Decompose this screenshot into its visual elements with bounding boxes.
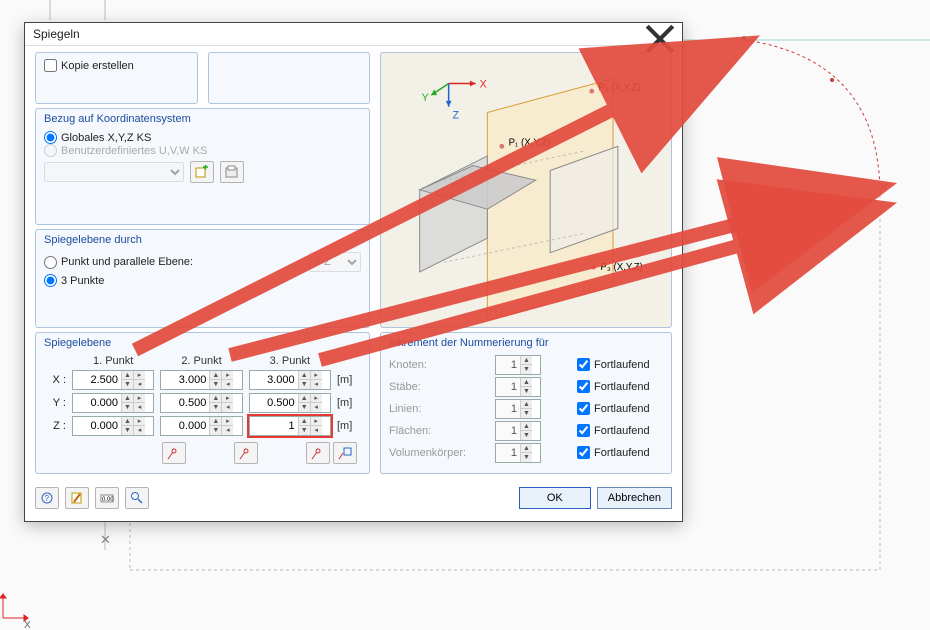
inc-row-solids: Volumenkörper: ▲▼ Fortlaufend bbox=[389, 443, 663, 463]
edit-button[interactable] bbox=[65, 487, 89, 509]
x3-input[interactable]: ▲▼▸◂ bbox=[249, 370, 331, 390]
new-cs-button[interactable] bbox=[190, 161, 214, 183]
svg-text:X: X bbox=[480, 78, 487, 90]
radio-3points-input[interactable] bbox=[44, 274, 57, 287]
z2-input[interactable]: ▲▼▸◂ bbox=[160, 416, 242, 436]
svg-text:Z: Z bbox=[453, 109, 460, 121]
svg-text:P₃ (X,Y,Z): P₃ (X,Y,Z) bbox=[600, 262, 642, 273]
inc-nodes-input[interactable]: ▲▼ bbox=[495, 355, 541, 375]
pick-point-2[interactable] bbox=[234, 442, 258, 464]
inc-row-lines: Linien: ▲▼ Fortlaufend bbox=[389, 399, 663, 419]
col-head-2: 2. Punkt bbox=[160, 355, 242, 367]
inc-solids-input[interactable]: ▲▼ bbox=[495, 443, 541, 463]
copy-checkbox-label[interactable]: Kopie erstellen bbox=[44, 59, 189, 72]
copy-checkbox[interactable] bbox=[44, 59, 57, 72]
z3-input[interactable]: ▲▼▸◂ bbox=[249, 416, 331, 436]
unit-z: [m] bbox=[337, 420, 361, 432]
pick-point-1[interactable] bbox=[162, 442, 186, 464]
increment-title: Inkrement der Nummerierung für bbox=[389, 337, 663, 349]
radio-parallel-input[interactable] bbox=[44, 256, 57, 269]
y2-input[interactable]: ▲▼▸◂ bbox=[160, 393, 242, 413]
z1-input[interactable]: ▲▼▸◂ bbox=[72, 416, 154, 436]
svg-text:P₁ (X,Y,Z): P₁ (X,Y,Z) bbox=[509, 137, 551, 148]
increment-group: Inkrement der Nummerierung für Knoten: ▲… bbox=[380, 332, 672, 474]
inc-row-surfaces: Flächen: ▲▼ Fortlaufend bbox=[389, 421, 663, 441]
copy-checkbox-text: Kopie erstellen bbox=[61, 60, 134, 72]
svg-text:Y: Y bbox=[422, 92, 429, 104]
svg-text:✕: ✕ bbox=[100, 532, 111, 547]
axis-x: X : bbox=[44, 374, 66, 386]
dialog-title: Spiegeln bbox=[33, 27, 644, 41]
unit-y: [m] bbox=[337, 397, 361, 409]
x1-input[interactable]: ▲▼▸◂ bbox=[72, 370, 154, 390]
inc-members-input[interactable]: ▲▼ bbox=[495, 377, 541, 397]
close-button[interactable] bbox=[644, 23, 676, 45]
svg-text:?: ? bbox=[45, 494, 50, 503]
inc-nodes-cont[interactable]: Fortlaufend bbox=[577, 358, 663, 371]
x2-input[interactable]: ▲▼▸◂ bbox=[160, 370, 242, 390]
zoom-button[interactable] bbox=[125, 487, 149, 509]
coord-title: Bezug auf Koordinatensystem bbox=[44, 113, 361, 125]
axis-y: Y : bbox=[44, 397, 66, 409]
radio-parallel[interactable]: Punkt und parallele Ebene: bbox=[44, 256, 193, 269]
radio-3points[interactable]: 3 Punkte bbox=[44, 274, 361, 287]
coord-system-group: Bezug auf Koordinatensystem Globales X,Y… bbox=[35, 108, 370, 225]
pick-point-3[interactable] bbox=[306, 442, 330, 464]
unit-x: [m] bbox=[337, 374, 361, 386]
col-head-3: 3. Punkt bbox=[249, 355, 331, 367]
y1-input[interactable]: ▲▼▸◂ bbox=[72, 393, 154, 413]
svg-text:✕: ✕ bbox=[878, 180, 889, 195]
radio-global[interactable]: Globales X,Y,Z KS bbox=[44, 131, 361, 144]
radio-user-input bbox=[44, 144, 57, 157]
inc-lines-cont[interactable]: Fortlaufend bbox=[577, 402, 663, 415]
inc-lines-input[interactable]: ▲▼ bbox=[495, 399, 541, 419]
cancel-button[interactable]: Abbrechen bbox=[597, 487, 672, 509]
ok-button[interactable]: OK bbox=[519, 487, 591, 509]
axis-z: Z : bbox=[44, 420, 66, 432]
col-head-1: 1. Punkt bbox=[72, 355, 154, 367]
inc-surfaces-cont[interactable]: Fortlaufend bbox=[577, 424, 663, 437]
user-cs-select bbox=[44, 162, 184, 182]
parallel-plane-select: Y-Z bbox=[309, 252, 361, 272]
preview-panel: X Y Z P₁ (X,Y,Z) P₂ (X,Y,Z) P₃ (X,Y,Z) bbox=[380, 52, 672, 328]
plane-points-group: Spiegelebene 1. Punkt 2. Punkt 3. Punkt … bbox=[35, 332, 370, 474]
pick-plane-button[interactable] bbox=[333, 442, 357, 464]
inc-members-cont[interactable]: Fortlaufend bbox=[577, 380, 663, 393]
inc-solids-cont[interactable]: Fortlaufend bbox=[577, 446, 663, 459]
radio-global-input[interactable] bbox=[44, 131, 57, 144]
inc-row-nodes: Knoten: ▲▼ Fortlaufend bbox=[389, 355, 663, 375]
plane-by-title: Spiegelebene durch bbox=[44, 234, 361, 246]
units-button[interactable]: 0.00 bbox=[95, 487, 119, 509]
cs-library-button[interactable] bbox=[220, 161, 244, 183]
axis-x-label: X bbox=[24, 620, 31, 630]
help-button[interactable]: ? bbox=[35, 487, 59, 509]
copy-panel: Kopie erstellen bbox=[35, 52, 198, 104]
svg-text:P₂ (X,Y,Z): P₂ (X,Y,Z) bbox=[599, 82, 641, 93]
radio-user: Benutzerdefiniertes U,V,W KS bbox=[44, 144, 361, 157]
inc-row-members: Stäbe: ▲▼ Fortlaufend bbox=[389, 377, 663, 397]
placeholder-panel bbox=[208, 52, 371, 104]
mirror-dialog: Spiegeln Kopie erstellen Bezug auf Koord… bbox=[24, 22, 683, 522]
inc-surfaces-input[interactable]: ▲▼ bbox=[495, 421, 541, 441]
plane-by-group: Spiegelebene durch Punkt und parallele E… bbox=[35, 229, 370, 327]
svg-text:0.00: 0.00 bbox=[102, 497, 114, 503]
plane-title: Spiegelebene bbox=[44, 337, 361, 349]
y3-input[interactable]: ▲▼▸◂ bbox=[249, 393, 331, 413]
